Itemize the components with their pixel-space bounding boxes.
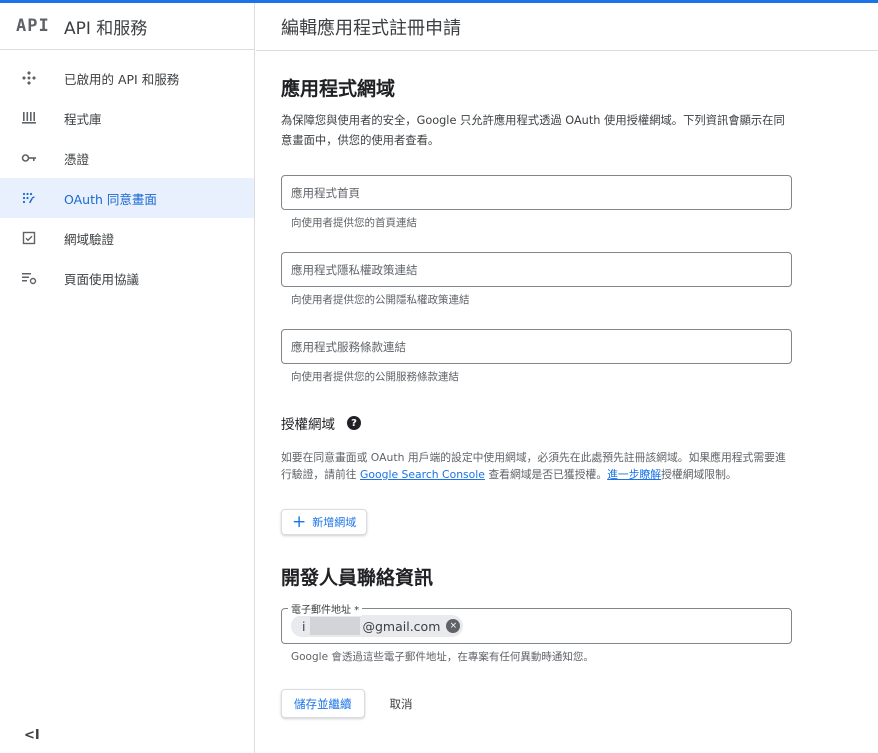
app-homepage-field: 向使用者提供您的首頁連結 [281, 175, 801, 229]
authorized-domains-description: 如要在同意畫面或 OAuth 用戶端的設定中使用網域，必須先在此處預先註冊該網域… [281, 449, 791, 483]
sidebar-nav: 已啟用的 API 和服務 程式庫 憑證 OAuth 同意畫面 網域驗證 頁面使用… [0, 50, 254, 298]
authorized-domains-header: 授權網域 ? [281, 413, 801, 433]
sidebar-item-label: 網域驗證 [64, 231, 115, 247]
redacted-area [310, 617, 361, 635]
sidebar-item-label: 已啟用的 API 和服務 [64, 71, 180, 87]
collapse-sidebar-button[interactable]: <I [24, 728, 40, 743]
library-icon [0, 110, 64, 126]
brand-header: API API 和服務 [0, 3, 254, 50]
app-homepage-input[interactable] [281, 175, 792, 210]
main-content: 應用程式網域 為保障您與使用者的安全，Google 只允許應用程式透過 OAut… [281, 52, 801, 718]
app-domain-description: 為保障您與使用者的安全，Google 只允許應用程式透過 OAuth 使用授權網… [281, 114, 785, 147]
terms-of-service-field: 向使用者提供您的公開服務條款連結 [281, 329, 801, 383]
sidebar: API API 和服務 已啟用的 API 和服務 程式庫 憑證 OAuth 同意… [0, 3, 255, 753]
add-domain-label: 新增網域 [312, 516, 357, 529]
page-title: 編輯應用程式註冊申請 [281, 17, 461, 39]
sidebar-item-enabled-apis[interactable]: 已啟用的 API 和服務 [0, 58, 254, 98]
sidebar-item-label: 頁面使用協議 [64, 271, 140, 287]
sidebar-item-domain-verification[interactable]: 網域驗證 [0, 218, 254, 258]
sidebar-item-credentials[interactable]: 憑證 [0, 138, 254, 178]
api-logo: API [16, 16, 50, 36]
help-icon[interactable]: ? [347, 416, 361, 430]
add-domain-button[interactable]: + 新增網域 [281, 509, 368, 535]
google-search-console-link[interactable]: Google Search Console [360, 468, 485, 481]
terms-of-service-input[interactable] [281, 329, 792, 364]
checkbox-icon [0, 230, 64, 246]
email-field[interactable]: 電子郵件地址 * i @gmail.com × [281, 601, 792, 644]
key-icon [0, 150, 64, 166]
privacy-policy-field: 向使用者提供您的公開隱私權政策連結 [281, 252, 801, 306]
desc-text: 授權網域限制。 [661, 468, 737, 481]
sidebar-item-label: 程式庫 [64, 111, 102, 127]
sidebar-item-label: 憑證 [64, 151, 90, 167]
remove-email-icon[interactable]: × [446, 619, 461, 633]
form-actions: 儲存並繼續 取消 [281, 689, 801, 718]
app-domain-title: 應用程式網域 [281, 78, 396, 100]
email-hint: Google 會透過這些電子郵件地址，在專案有任何異動時通知您。 [291, 651, 594, 663]
cancel-button[interactable]: 取消 [390, 696, 413, 712]
email-chip-prefix: i [302, 618, 306, 634]
save-and-continue-button[interactable]: 儲存並繼續 [281, 689, 365, 718]
email-chip[interactable]: i @gmail.com × [291, 615, 464, 637]
brand-title: API 和服務 [64, 18, 148, 39]
sidebar-item-label: OAuth 同意畫面 [64, 191, 157, 207]
page-header: 編輯應用程式註冊申請 [256, 3, 878, 51]
privacy-policy-input[interactable] [281, 252, 792, 287]
email-chip-suffix: @gmail.com [362, 618, 441, 634]
settings-list-icon [0, 270, 64, 286]
enabled-apis-icon [0, 70, 64, 86]
terms-of-service-hint: 向使用者提供您的公開服務條款連結 [291, 371, 459, 383]
desc-text: 查看網域是否已獲授權。 [484, 468, 608, 481]
plus-icon: + [292, 511, 307, 532]
sidebar-item-page-usage-agreement[interactable]: 頁面使用協議 [0, 258, 254, 298]
developer-contact-title: 開發人員聯絡資訊 [281, 567, 434, 589]
sidebar-item-oauth-consent[interactable]: OAuth 同意畫面 [0, 178, 254, 218]
privacy-policy-hint: 向使用者提供您的公開隱私權政策連結 [291, 294, 470, 306]
oauth-consent-icon [0, 190, 64, 206]
authorized-domains-title: 授權網域 [281, 417, 335, 433]
app-homepage-hint: 向使用者提供您的首頁連結 [291, 217, 417, 229]
learn-more-link[interactable]: 進一步瞭解 [607, 468, 661, 481]
email-field-label: 電子郵件地址 * [288, 601, 363, 616]
sidebar-item-library[interactable]: 程式庫 [0, 98, 254, 138]
